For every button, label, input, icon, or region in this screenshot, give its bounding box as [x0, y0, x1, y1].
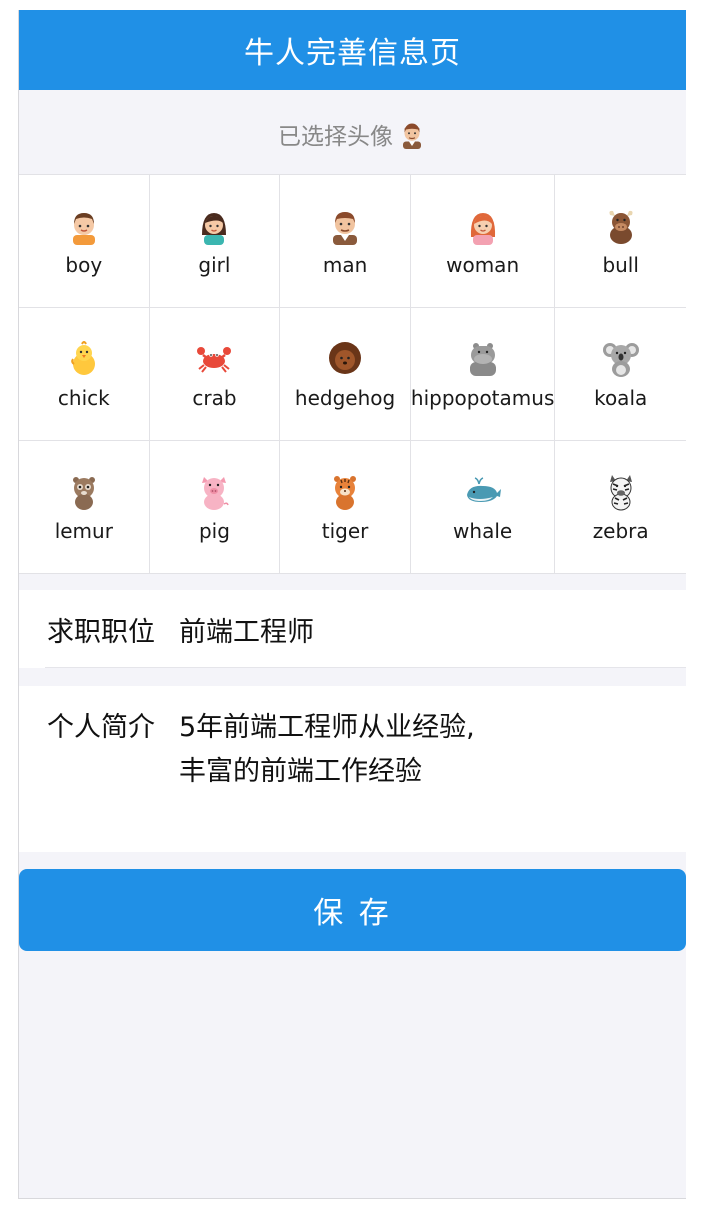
hippopotamus-avatar-icon — [463, 338, 503, 378]
hedgehog-avatar-icon — [325, 338, 365, 378]
navbar: 牛人完善信息页 — [19, 10, 686, 90]
avatar-option-girl[interactable]: girl — [149, 175, 281, 308]
pig-avatar-icon — [194, 471, 234, 511]
avatar-option-boy[interactable]: boy — [19, 175, 150, 308]
avatar-label: pig — [198, 519, 230, 543]
crab-avatar-icon — [194, 338, 234, 378]
girl-avatar-icon — [194, 205, 234, 245]
whale-avatar-icon — [463, 471, 503, 511]
avatar-label: koala — [594, 386, 648, 410]
avatar-option-bull[interactable]: bull — [555, 175, 686, 308]
avatar-option-woman[interactable]: woman — [410, 175, 556, 308]
avatar-option-chick[interactable]: chick — [19, 308, 150, 441]
avatar-option-man[interactable]: man — [280, 175, 411, 308]
woman-avatar-icon — [463, 205, 503, 245]
avatar-label: woman — [446, 253, 520, 277]
selected-avatar-label: 已选择头像 — [278, 124, 393, 150]
avatar-label: crab — [192, 386, 237, 410]
zebra-avatar-icon — [601, 471, 641, 511]
selected-avatar-row: 已选择头像 — [19, 90, 686, 174]
avatar-label: hippopotamus — [410, 386, 555, 410]
avatar-grid: boy girl man woman bull chick crab hedge… — [19, 174, 686, 574]
avatar-label: bull — [602, 253, 639, 277]
avatar-label: lemur — [54, 519, 113, 543]
avatar-label: chick — [57, 386, 110, 410]
avatar-option-crab[interactable]: crab — [149, 308, 281, 441]
lemur-avatar-icon — [64, 471, 104, 511]
avatar-label: zebra — [592, 519, 649, 543]
tiger-avatar-icon — [325, 471, 365, 511]
koala-avatar-icon — [601, 338, 641, 378]
intro-label: 个人简介 — [47, 712, 155, 743]
avatar-option-tiger[interactable]: tiger — [280, 441, 411, 574]
position-input[interactable]: 前端工程师 — [179, 610, 686, 649]
chick-avatar-icon — [64, 338, 104, 378]
avatar-option-lemur[interactable]: lemur — [19, 441, 150, 574]
boy-avatar-icon — [64, 205, 104, 245]
avatar-option-hippopotamus[interactable]: hippopotamus — [410, 308, 556, 441]
avatar-label: hedgehog — [294, 386, 396, 410]
avatar-label: boy — [65, 253, 103, 277]
position-field[interactable]: 求职职位 前端工程师 — [19, 590, 686, 668]
position-label: 求职职位 — [47, 616, 155, 648]
intro-field[interactable]: 个人简介 5年前端工程师从业经验, 丰富的前端工作经验 — [19, 686, 686, 852]
avatar-label: tiger — [321, 519, 369, 543]
avatar-label: girl — [198, 253, 231, 277]
avatar-label: whale — [453, 519, 513, 543]
intro-textarea[interactable]: 5年前端工程师从业经验, 丰富的前端工作经验 — [179, 706, 686, 794]
page-title: 牛人完善信息页 — [244, 36, 461, 71]
avatar-option-pig[interactable]: pig — [149, 441, 281, 574]
save-button[interactable]: 保 存 — [19, 869, 686, 951]
man-avatar-icon — [325, 205, 365, 245]
avatar-label: man — [322, 253, 368, 277]
avatar-option-zebra[interactable]: zebra — [555, 441, 686, 574]
avatar-option-koala[interactable]: koala — [555, 308, 686, 441]
man-avatar-icon — [397, 115, 427, 153]
bull-avatar-icon — [601, 205, 641, 245]
app-container: 牛人完善信息页 已选择头像 boy girl man woman bull ch… — [18, 10, 686, 1199]
avatar-option-whale[interactable]: whale — [410, 441, 556, 574]
avatar-option-hedgehog[interactable]: hedgehog — [280, 308, 411, 441]
